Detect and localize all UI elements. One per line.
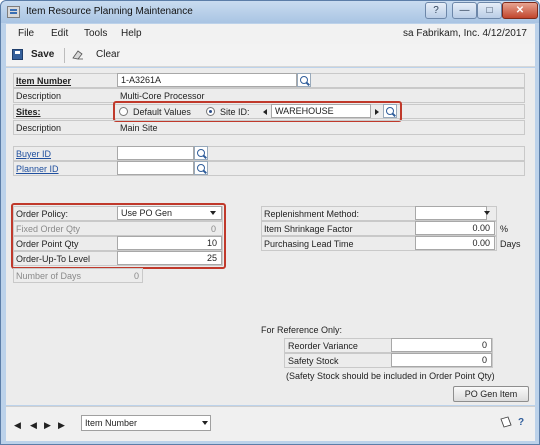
site-description-value: Main Site [120, 123, 158, 133]
lead-time-value: 0.00 [472, 238, 490, 248]
order-policy-highlight-box [11, 203, 226, 269]
clear-button[interactable]: Clear [96, 49, 120, 60]
sites-label[interactable]: Sites: [16, 107, 41, 117]
buyer-id-input[interactable] [117, 146, 194, 160]
first-record-icon[interactable]: ◀‎ [14, 421, 23, 430]
minimize-button[interactable]: — [452, 2, 477, 19]
site-description-label: Description [16, 123, 62, 133]
sites-highlight-box [113, 101, 402, 122]
shrinkage-unit: % [500, 224, 509, 234]
browse-by-dropdown-icon[interactable] [202, 421, 208, 425]
close-icon: ✕ [515, 5, 525, 16]
replenishment-method-dropdown-icon[interactable] [484, 211, 490, 215]
last-record-icon[interactable]: ▶‎ [58, 421, 67, 430]
item-lookup-icon[interactable] [297, 73, 311, 87]
planner-id-input[interactable] [117, 161, 194, 175]
window-frame: Item Resource Planning Maintenance ? — □… [0, 0, 540, 445]
menu-help[interactable]: Help [121, 28, 142, 39]
maximize-icon: □ [486, 5, 493, 16]
item-number-input[interactable]: 1-A3261A [117, 73, 297, 87]
buyer-id-label[interactable]: Buyer ID [16, 149, 51, 159]
reference-heading: For Reference Only: [261, 325, 343, 335]
browse-by-select[interactable]: Item Number [81, 415, 211, 431]
shrinkage-label: Item Shrinkage Factor [264, 224, 353, 234]
number-of-days-label: Number of Days [16, 271, 82, 281]
safety-stock-input[interactable]: 0 [391, 353, 492, 367]
site-description-row [13, 120, 525, 135]
shrinkage-input[interactable]: 0.00 [415, 221, 495, 235]
item-description-value: Multi-Core Processor [120, 91, 205, 101]
menu-bar: File Edit Tools Help sa Fabrikam, Inc. 4… [6, 24, 535, 44]
planner-id-row [13, 161, 525, 176]
buyer-id-row [13, 146, 525, 161]
next-record-icon[interactable]: ▶ [44, 421, 53, 430]
reorder-variance-value: 0 [481, 340, 487, 350]
planner-id-label[interactable]: Planner ID [16, 164, 59, 174]
window-title: Item Resource Planning Maintenance [26, 6, 193, 17]
clear-icon[interactable] [72, 49, 84, 60]
minimize-icon: — [459, 5, 470, 16]
maximize-button[interactable]: □ [477, 2, 502, 19]
reorder-variance-input[interactable]: 0 [391, 338, 492, 352]
toolbar: Save Clear [6, 44, 535, 67]
number-of-days-value: 0 [133, 271, 139, 281]
replenishment-method-select[interactable] [415, 206, 487, 220]
lead-time-unit: Days [500, 239, 521, 249]
safety-stock-label: Safety Stock [288, 356, 339, 366]
form-body: Item Number 1-A3261A Description Multi-C… [6, 68, 535, 405]
title-bar: Item Resource Planning Maintenance ? — □… [1, 1, 539, 23]
save-button[interactable]: Save [31, 49, 54, 60]
bottom-navigation-bar: ◀‎ ◀ ▶ ▶‎ Item Number ? [6, 406, 535, 441]
note-icon[interactable] [500, 416, 513, 429]
reorder-variance-label: Reorder Variance [288, 341, 358, 351]
shrinkage-value: 0.00 [472, 223, 490, 233]
help-icon: ? [433, 5, 439, 16]
lead-time-label: Purchasing Lead Time [264, 239, 354, 249]
close-button[interactable]: ✕ [502, 2, 538, 19]
menu-file[interactable]: File [18, 28, 34, 39]
replenishment-method-label: Replenishment Method: [264, 209, 360, 219]
browse-by-value: Item Number [85, 418, 138, 428]
app-icon [7, 6, 20, 18]
window-help-button[interactable]: ? [425, 2, 447, 19]
lead-time-input[interactable]: 0.00 [415, 236, 495, 250]
previous-record-icon[interactable]: ◀ [30, 421, 39, 430]
planner-lookup-icon[interactable] [194, 161, 208, 175]
item-description-label: Description [16, 91, 62, 101]
menu-edit[interactable]: Edit [51, 28, 68, 39]
help-icon-bottom[interactable]: ? [518, 417, 524, 428]
menu-tools[interactable]: Tools [84, 28, 107, 39]
toolbar-separator [64, 48, 65, 63]
buyer-lookup-icon[interactable] [194, 146, 208, 160]
user-company-date: sa Fabrikam, Inc. 4/12/2017 [403, 28, 527, 39]
safety-stock-value: 0 [481, 355, 487, 365]
save-icon[interactable] [12, 49, 23, 60]
po-gen-item-button[interactable]: PO Gen Item [453, 386, 529, 402]
safety-stock-note: (Safety Stock should be included in Orde… [286, 371, 495, 381]
